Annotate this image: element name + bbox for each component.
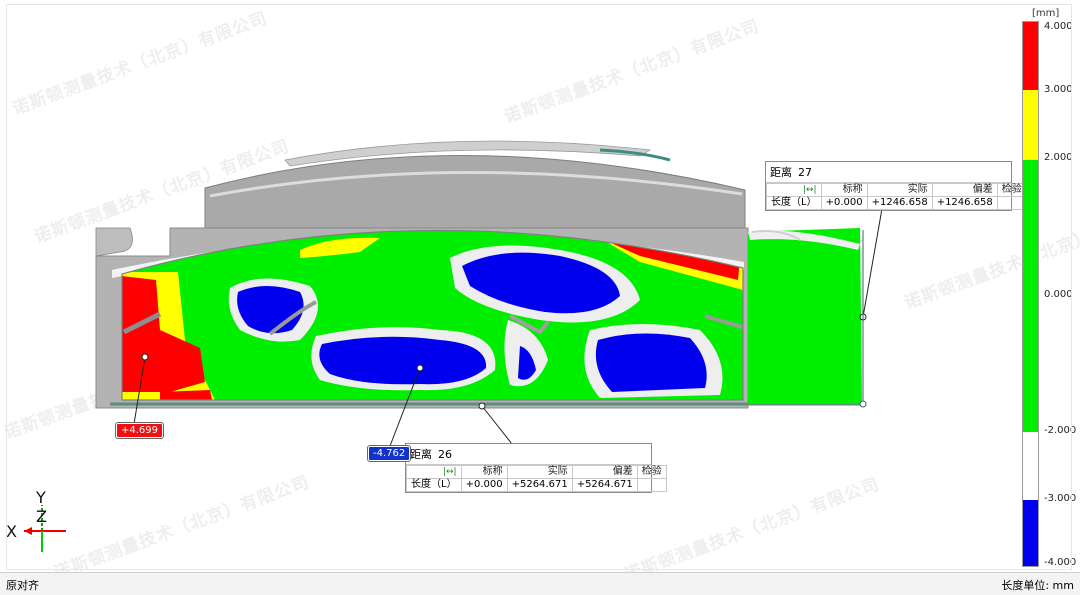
alignment-status[interactable]: 原对齐 (6, 577, 39, 593)
distance-icon: |↔| (766, 183, 822, 197)
3d-viewport[interactable]: 诺斯顿测量技术（北京）有限公司 诺斯顿测量技术（北京）有限公司 诺斯顿测量技术（… (0, 0, 1080, 572)
deviation-label-max[interactable]: +4.699 (114, 422, 165, 439)
distance-callout-27[interactable]: 距离 27 |↔| 标称 实际 偏差 检验 长度（L） +0.000 +1246.… (765, 161, 1027, 211)
part-top-shell (204, 155, 746, 229)
axis-z-label: Z (36, 507, 47, 526)
callout-table: |↔| 标称 实际 偏差 检验 长度（L） +0.000 +1246.658 +… (766, 183, 1027, 210)
legend-tick: 0.000 (1044, 289, 1073, 300)
legend-tick: -2.000 (1044, 425, 1077, 436)
callout-title: 距离 27 (766, 162, 1011, 183)
legend-tick: 4.000 (1044, 21, 1073, 32)
axis-y-label: Y (36, 488, 46, 507)
color-scale-bar (1022, 21, 1039, 567)
callout-table: |↔| 标称 实际 偏差 检验 长度（L） +0.000 +5264.671 +… (406, 465, 667, 492)
deviation-label-min[interactable]: -4.762 (366, 445, 412, 462)
distance-icon: |↔| (406, 465, 462, 479)
part-right-panel (748, 228, 862, 404)
part-left-wing (95, 227, 133, 257)
axis-x-label: X (6, 522, 17, 541)
legend-tick: 3.000 (1044, 84, 1073, 95)
legend-tick: -3.000 (1044, 493, 1077, 504)
legend-tick: -4.000 (1044, 557, 1077, 568)
legend-unit: [mm] (1032, 8, 1060, 19)
legend-tick: 2.000 (1044, 152, 1073, 163)
status-bar: 原对齐 长度单位: mm (0, 572, 1080, 595)
length-unit-status[interactable]: 长度单位: mm (1001, 577, 1074, 593)
callout-title: 距离 26 (406, 444, 651, 465)
distance-callout-26[interactable]: 距离 26 |↔| 标称 实际 偏差 检验 长度（L） +0.000 +5264.… (405, 443, 667, 493)
